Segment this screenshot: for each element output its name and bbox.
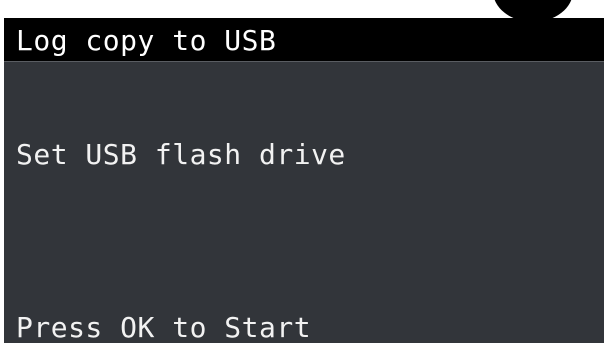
- lcd-screen: Log copy to USB Set USB flash drive Pres…: [4, 18, 604, 343]
- title-divider: [4, 61, 604, 62]
- instruction-message: Set USB flash drive: [16, 138, 346, 171]
- start-prompt: Press OK to Start: [16, 311, 312, 343]
- device-frame: Log copy to USB Set USB flash drive Pres…: [0, 0, 604, 343]
- screen-title: Log copy to USB: [16, 24, 277, 57]
- title-bar: Log copy to USB: [4, 18, 604, 61]
